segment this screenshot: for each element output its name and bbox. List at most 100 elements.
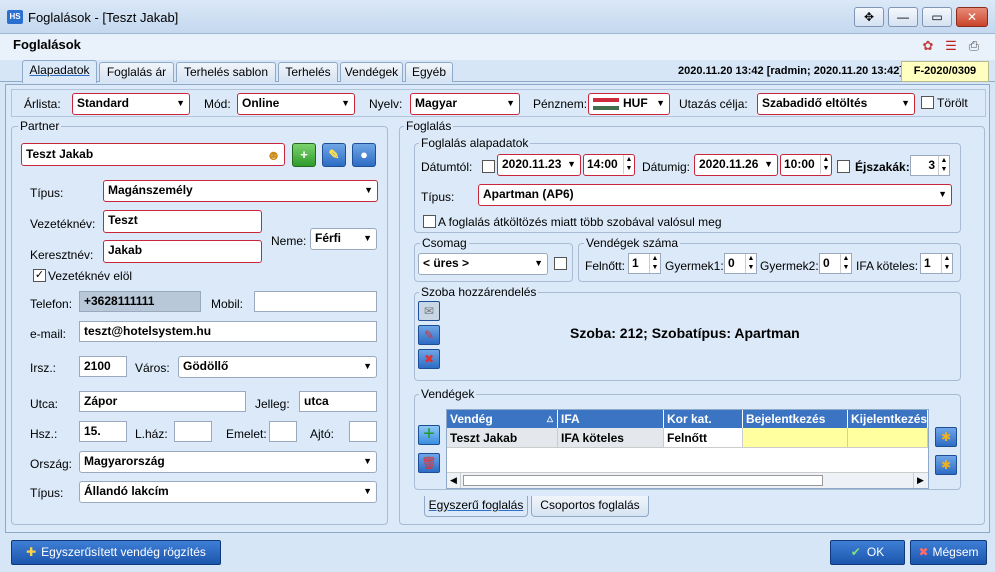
ejszakak-checkbox[interactable] [837, 160, 850, 173]
maximize-button[interactable]: ▭ [922, 7, 952, 27]
ok-button[interactable]: ✔ OK [830, 540, 905, 565]
utca-input[interactable]: Zápor [79, 391, 246, 412]
partner-tipus-select[interactable]: Magánszemély ▼ [103, 180, 378, 202]
table-cell-kijelentkezes[interactable] [848, 428, 928, 448]
penznem-select[interactable]: HUF ▼ [588, 93, 670, 115]
minimize-button[interactable]: — [888, 7, 918, 27]
orszag-select[interactable]: Magyarország ▼ [79, 451, 377, 473]
table-cell-bejelentkezes[interactable] [743, 428, 848, 448]
spin-arrows-icon[interactable]: ▲ ▼ [745, 254, 756, 273]
grid-header-kijelentkezes[interactable]: Kijelentkezés [848, 410, 928, 428]
room-edit-icon[interactable]: ✎ [418, 325, 440, 345]
partner-name-field[interactable]: Teszt Jakab ☻ [21, 143, 285, 166]
spin-arrows-icon[interactable]: ▲ ▼ [649, 254, 660, 273]
datumig-label: Dátumig: [642, 160, 691, 174]
vezeteknev-elol-checkbox[interactable]: ✓ [33, 269, 46, 282]
arlista-select[interactable]: Standard ▼ [72, 93, 190, 115]
chevron-down-icon: ▼ [363, 456, 372, 466]
telefon-input[interactable]: +3628111111 [79, 291, 201, 312]
horizontal-scrollbar[interactable]: ◀ ▶ [447, 472, 928, 488]
quick-guest-button[interactable]: ✚ Egyszerűsített vendég rögzítés [11, 540, 221, 565]
irsz-input[interactable]: 2100 [79, 356, 127, 377]
add-guest-plus-icon[interactable]: + [418, 424, 440, 445]
ido-ig-spinner[interactable]: 10:00 ▲ ▼ [780, 154, 832, 176]
tab-egyeb[interactable]: Egyéb [405, 62, 453, 82]
spin-arrows-icon[interactable]: ▲ ▼ [820, 155, 831, 174]
keresztnev-input[interactable]: Jakab [103, 240, 262, 263]
table-cell-ifa[interactable]: IFA köteles [558, 428, 664, 448]
settings-gear-icon[interactable]: ✿ [920, 38, 936, 54]
scrollbar-thumb[interactable] [463, 475, 823, 486]
table-cell-vendeg[interactable]: Teszt Jakab [447, 428, 558, 448]
list-icon[interactable]: ☰ [943, 38, 959, 54]
ajto-input[interactable] [349, 421, 377, 442]
datumtol-select[interactable]: 2020.11.23 ▼ [497, 154, 581, 176]
varos-select[interactable]: Gödöllő ▼ [178, 356, 377, 378]
mod-select[interactable]: Online ▼ [237, 93, 355, 115]
chevron-down-icon: ▼ [656, 98, 665, 108]
ajto-label: Ajtó: [310, 427, 335, 441]
partner-info-icon[interactable]: ● [352, 143, 376, 167]
csomag-select[interactable]: < üres > ▼ [418, 253, 548, 275]
scroll-left-icon[interactable]: ◀ [447, 473, 461, 488]
close-button[interactable]: ✕ [956, 7, 988, 27]
jelleg-input[interactable]: utca [299, 391, 377, 412]
tab-terheles-sablon[interactable]: Terhelés sablon [176, 62, 276, 82]
guest-checkout-icon[interactable]: ✱ [935, 455, 957, 475]
delete-guest-trash-icon[interactable]: 🗑 [418, 453, 440, 473]
sort-arrow-icon: △ [546, 414, 553, 423]
grid-header-ifa[interactable]: IFA [558, 410, 664, 428]
add-partner-button[interactable]: + [292, 143, 316, 167]
lhaz-input[interactable] [174, 421, 212, 442]
utazas-select[interactable]: Szabadidő eltöltés ▼ [757, 93, 915, 115]
printer-icon[interactable]: ⎙ [966, 38, 982, 54]
cancel-button[interactable]: ✖ Mégsem [910, 540, 987, 565]
felnott-spinner[interactable]: 1 ▲ ▼ [628, 253, 661, 274]
ido-tol-spinner[interactable]: 14:00 ▲ ▼ [583, 154, 635, 176]
jelleg-label: Jelleg: [255, 397, 290, 411]
gyermek1-spinner[interactable]: 0 ▲ ▼ [724, 253, 757, 274]
subtab-egyszeru-foglalas[interactable]: Egyszerű foglalás [424, 496, 528, 517]
ejszakak-spinner[interactable]: 3 ▲ ▼ [910, 155, 950, 176]
subtab-csoportos-foglalas[interactable]: Csoportos foglalás [531, 496, 649, 517]
grid-header-vendeg[interactable]: Vendég △ [447, 410, 558, 428]
cim-tipus-select[interactable]: Állandó lakcím ▼ [79, 481, 377, 503]
edit-partner-pencil-icon[interactable]: ✎ [322, 143, 346, 167]
szobatipus-select[interactable]: Apartman (AP6) ▼ [478, 184, 952, 206]
ifa-koteles-spinner[interactable]: 1 ▲ ▼ [920, 253, 953, 274]
felnott-value: 1 [632, 256, 639, 270]
spin-arrows-icon[interactable]: ▲ ▼ [941, 254, 952, 273]
neme-select[interactable]: Férfi ▼ [310, 228, 377, 250]
tab-vendegek[interactable]: Vendégek [340, 62, 403, 82]
chevron-down-icon: ▼ [938, 189, 947, 199]
mobil-input[interactable] [254, 291, 377, 312]
hsz-input[interactable]: 15. [79, 421, 127, 442]
tab-terheles[interactable]: Terhelés [278, 62, 338, 82]
tab-foglalas-ar[interactable]: Foglalás ár [99, 62, 174, 82]
keresztnev-label: Keresztnév: [30, 248, 94, 262]
gyermek2-spinner[interactable]: 0 ▲ ▼ [819, 253, 852, 274]
datumtol-checkbox[interactable] [482, 160, 495, 173]
room-assign-icon[interactable]: ✉ [418, 301, 440, 321]
grid-header-kor-kat[interactable]: Kor kat. [664, 410, 743, 428]
move-button[interactable]: ✥ [854, 7, 884, 27]
scroll-right-icon[interactable]: ▶ [913, 473, 927, 488]
torolt-checkbox[interactable] [921, 96, 934, 109]
arlista-value: Standard [77, 96, 130, 110]
vezeteknev-input[interactable]: Teszt [103, 210, 262, 233]
guest-checkin-icon[interactable]: ✱ [935, 427, 957, 447]
room-remove-icon[interactable]: ✖ [418, 349, 440, 369]
tab-alapadatok[interactable]: Alapadatok [22, 60, 97, 83]
atkoltozes-checkbox[interactable] [423, 215, 436, 228]
grid-header-bejelentkezes[interactable]: Bejelentkezés [743, 410, 848, 428]
datumig-select[interactable]: 2020.11.26 ▼ [694, 154, 778, 176]
emelet-input[interactable] [269, 421, 297, 442]
spin-arrows-icon[interactable]: ▲ ▼ [623, 155, 634, 174]
spin-arrows-icon[interactable]: ▲ ▼ [840, 254, 851, 273]
table-cell-kor-kat[interactable]: Felnőtt [664, 428, 743, 448]
spin-arrows-icon[interactable]: ▲ ▼ [938, 156, 949, 175]
user-search-icon[interactable]: ☻ [266, 145, 281, 165]
csomag-checkbox[interactable] [554, 257, 567, 270]
email-input[interactable]: teszt@hotelsystem.hu [79, 321, 377, 342]
nyelv-select[interactable]: Magyar ▼ [410, 93, 520, 115]
